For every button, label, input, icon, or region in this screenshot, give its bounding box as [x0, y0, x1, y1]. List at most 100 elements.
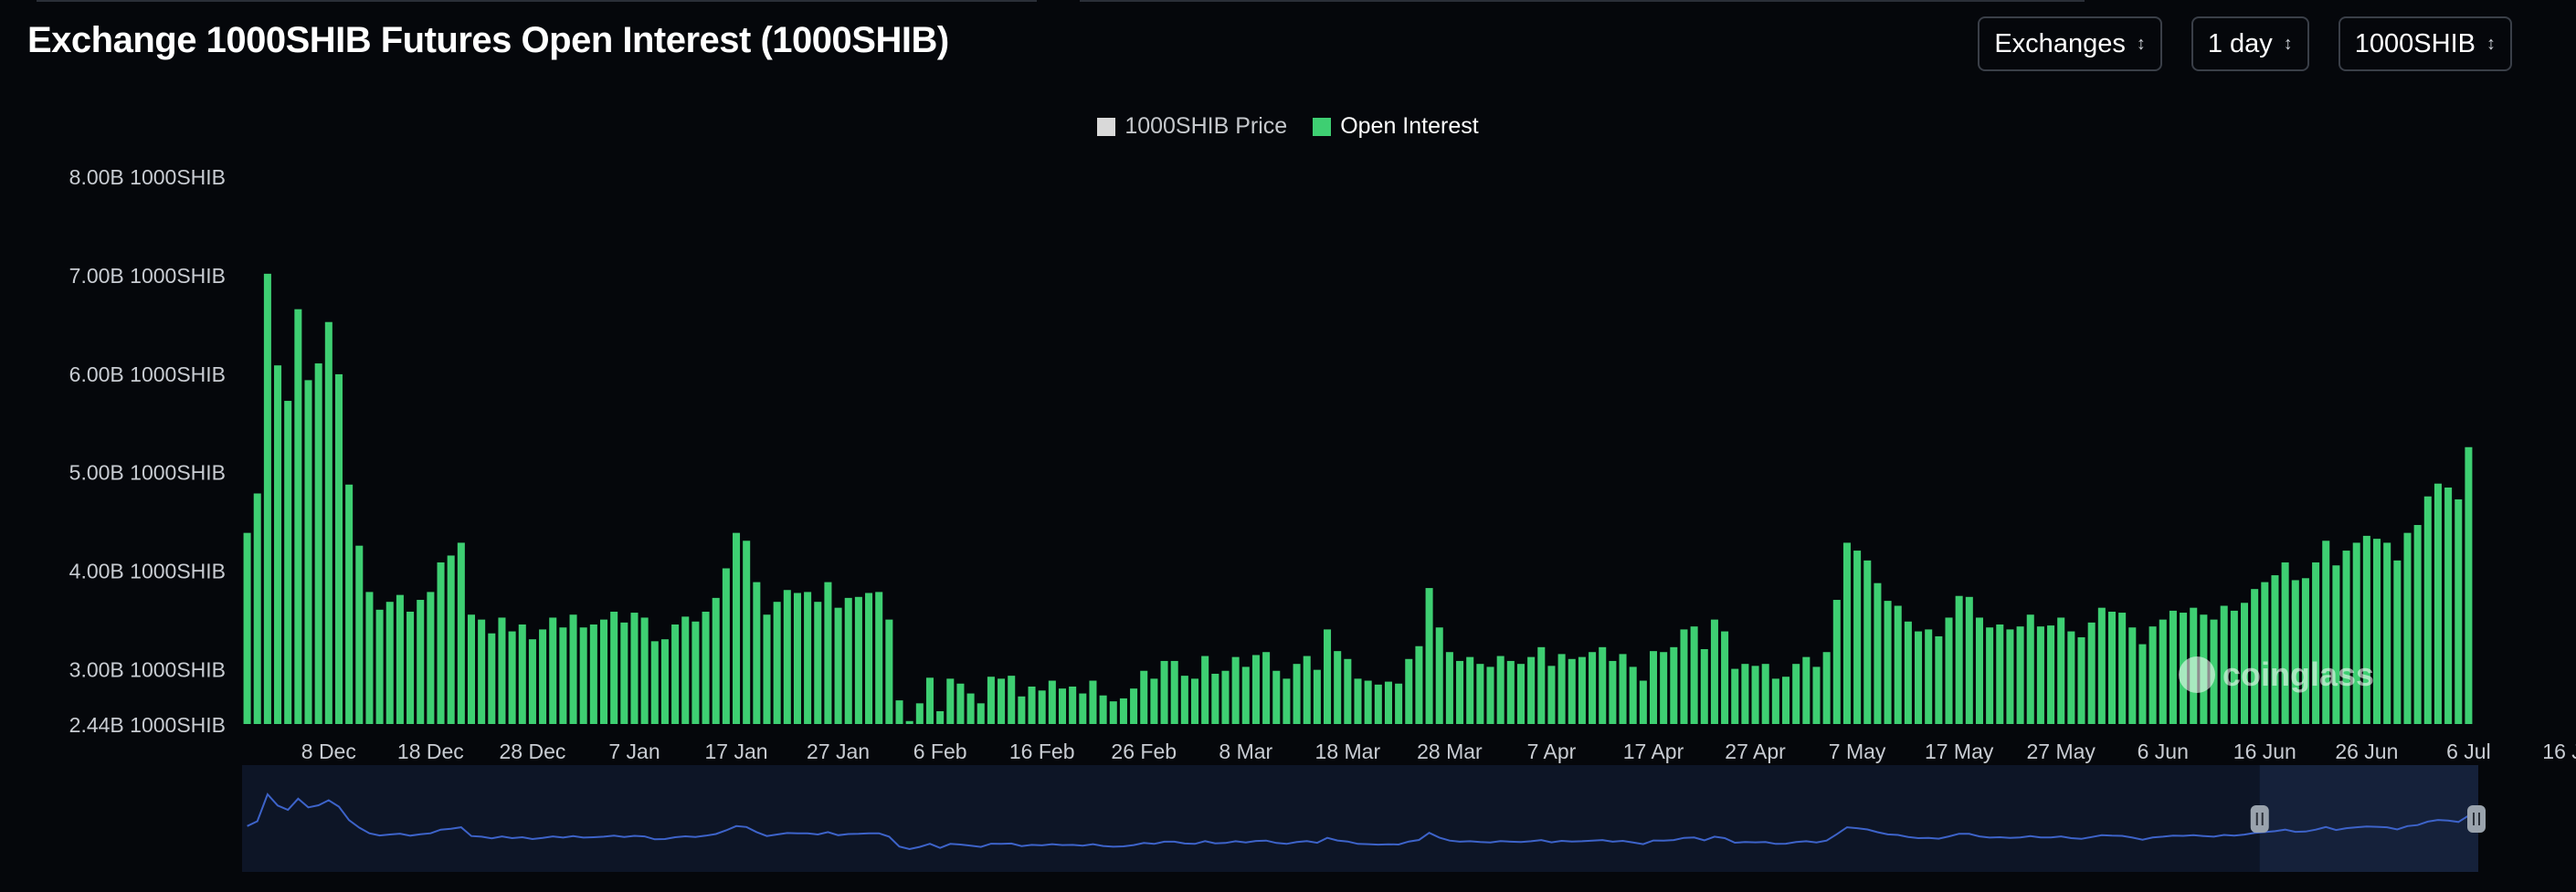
oi-bar	[1599, 646, 1607, 724]
x-tick-label: 6 Feb	[913, 740, 967, 763]
oi-bar	[702, 611, 710, 724]
oi-bar	[1130, 688, 1138, 724]
oi-bar	[2057, 617, 2065, 724]
oi-bar	[1038, 690, 1046, 724]
oi-bar	[1792, 664, 1800, 724]
oi-bar	[549, 617, 557, 724]
x-tick-label: 27 Apr	[1725, 740, 1786, 763]
oi-bar	[2373, 539, 2381, 724]
oi-bar	[692, 621, 700, 724]
x-tick-label: 7 May	[1829, 740, 1886, 763]
oi-bar	[2148, 626, 2157, 724]
oi-bar	[1945, 617, 1953, 724]
oi-bar	[1649, 651, 1658, 724]
oi-bar	[1303, 656, 1311, 724]
oi-bar	[365, 592, 374, 724]
oi-bar	[987, 677, 995, 724]
oi-bar	[1079, 693, 1087, 724]
oi-bar	[2261, 582, 2269, 724]
oi-bar	[1527, 656, 1536, 724]
x-tick-label: 6 Jul	[2446, 740, 2491, 763]
oi-bar	[1109, 701, 1117, 724]
oi-bar	[1251, 655, 1260, 724]
oi-bar	[885, 619, 893, 724]
oi-bar	[936, 710, 945, 724]
x-tick-label: 8 Mar	[1219, 740, 1272, 763]
oi-bar	[1904, 621, 1912, 724]
navigator-handle[interactable]	[2467, 805, 2486, 833]
oi-bar	[2433, 483, 2442, 724]
oi-bar	[2301, 578, 2309, 724]
oi-bar	[640, 617, 649, 724]
oi-bar	[1405, 658, 1413, 724]
x-tick-label: 26 Jun	[2335, 740, 2398, 763]
oi-bar	[1660, 652, 1668, 724]
oi-bar	[1925, 629, 1933, 724]
oi-bar	[1996, 624, 2004, 724]
oi-bar	[722, 568, 730, 724]
oi-bar	[1670, 646, 1678, 724]
oi-bar	[1048, 680, 1056, 724]
oi-bar	[1710, 619, 1718, 724]
oi-bar	[1018, 696, 1026, 724]
oi-bar	[1680, 629, 1688, 724]
oi-bar	[1506, 660, 1515, 724]
oi-bar	[1201, 656, 1209, 724]
oi-bar	[253, 493, 261, 724]
oi-bar	[2352, 542, 2360, 724]
oi-bar	[1150, 678, 1158, 724]
oi-bar	[1832, 600, 1841, 724]
oi-bar	[875, 592, 883, 724]
oi-bar	[559, 627, 567, 724]
x-tick-label: 28 Dec	[499, 740, 565, 763]
oi-bar	[1721, 631, 1729, 724]
oi-bar	[304, 380, 312, 724]
oi-bar	[2423, 496, 2432, 724]
oi-bar	[1761, 664, 1769, 724]
oi-bar	[956, 683, 965, 724]
oi-bar	[314, 363, 322, 724]
oi-bar	[620, 622, 628, 724]
oi-bar	[1853, 551, 1862, 724]
x-tick-label: 18 Mar	[1315, 740, 1381, 763]
oi-bar	[1965, 596, 1973, 724]
oi-bar	[324, 321, 333, 724]
oi-bar	[814, 602, 822, 724]
oi-bar	[1415, 645, 1423, 724]
oi-bar	[712, 597, 720, 724]
oi-bar	[2087, 622, 2096, 724]
oi-bar	[681, 616, 690, 724]
oi-bar	[1364, 680, 1372, 724]
oi-bar	[447, 555, 455, 724]
x-tick-label: 7 Apr	[1527, 740, 1577, 763]
oi-bar	[1008, 676, 1016, 724]
oi-bar	[579, 627, 587, 724]
oi-bar	[2271, 575, 2279, 724]
oi-bar	[2332, 565, 2340, 724]
oi-bar	[915, 703, 924, 724]
oi-bar	[1140, 670, 1148, 724]
oi-bar	[1986, 627, 1994, 724]
oi-bar	[1884, 601, 1892, 724]
x-tick-label: 16 Jul	[2542, 740, 2576, 763]
y-tick-label: 4.00B 1000SHIB	[69, 560, 226, 583]
oi-bar	[2128, 627, 2137, 724]
y-tick-label: 6.00B 1000SHIB	[69, 362, 226, 386]
oi-bar	[1170, 660, 1178, 724]
oi-bar	[1395, 683, 1403, 724]
oi-bar	[733, 532, 741, 724]
oi-bar	[417, 600, 425, 724]
oi-bar	[2107, 611, 2117, 724]
oi-bar	[427, 592, 435, 724]
x-tick-label: 16 Feb	[1009, 740, 1075, 763]
oi-bar	[1160, 660, 1168, 724]
oi-bar	[1191, 678, 1199, 724]
oi-bar	[2016, 626, 2024, 724]
oi-bar	[518, 624, 526, 724]
y-tick-label: 3.00B 1000SHIB	[69, 658, 226, 682]
oi-bar	[854, 596, 862, 724]
oi-bar	[630, 613, 639, 724]
oi-bar	[1609, 660, 1617, 724]
oi-bar	[1324, 629, 1332, 724]
navigator-handle[interactable]	[2250, 805, 2269, 833]
